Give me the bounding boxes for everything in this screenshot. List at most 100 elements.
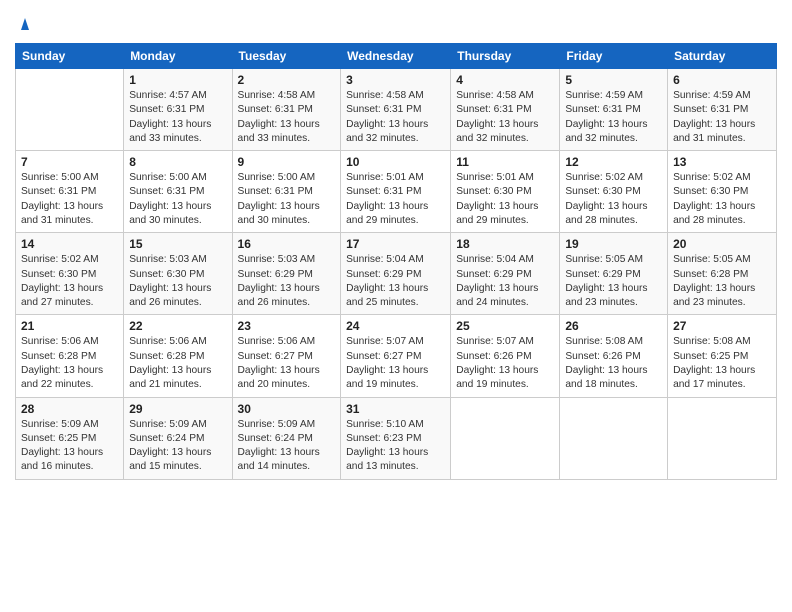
calendar-cell: 3 Sunrise: 4:58 AMSunset: 6:31 PMDaylight… — [341, 69, 451, 151]
day-number: 30 — [238, 402, 336, 416]
day-number: 29 — [129, 402, 226, 416]
day-info: Sunrise: 5:07 AMSunset: 6:27 PMDaylight:… — [346, 335, 445, 392]
calendar-cell: 30 Sunrise: 5:09 AMSunset: 6:24 PMDayligh… — [232, 397, 341, 479]
day-info: Sunrise: 5:10 AMSunset: 6:23 PMDaylight:… — [346, 418, 445, 475]
day-header-sunday: Sunday — [16, 44, 124, 69]
day-number: 26 — [565, 319, 662, 333]
calendar-cell — [16, 69, 124, 151]
logo — [15, 14, 33, 37]
day-info: Sunrise: 5:05 AMSunset: 6:29 PMDaylight:… — [565, 253, 662, 310]
day-info: Sunrise: 5:00 AMSunset: 6:31 PMDaylight:… — [129, 171, 226, 228]
day-number: 8 — [129, 155, 226, 169]
day-header-friday: Friday — [560, 44, 668, 69]
day-number: 3 — [346, 73, 445, 87]
day-info: Sunrise: 5:06 AMSunset: 6:28 PMDaylight:… — [129, 335, 226, 392]
calendar-cell: 23 Sunrise: 5:06 AMSunset: 6:27 PMDayligh… — [232, 315, 341, 397]
logo-icon — [17, 16, 33, 32]
calendar-cell: 17 Sunrise: 5:04 AMSunset: 6:29 PMDayligh… — [341, 233, 451, 315]
day-number: 14 — [21, 237, 118, 251]
calendar-cell — [668, 397, 777, 479]
header — [15, 10, 777, 37]
day-info: Sunrise: 5:02 AMSunset: 6:30 PMDaylight:… — [21, 253, 118, 310]
calendar-cell: 18 Sunrise: 5:04 AMSunset: 6:29 PMDayligh… — [451, 233, 560, 315]
day-info: Sunrise: 5:06 AMSunset: 6:28 PMDaylight:… — [21, 335, 118, 392]
calendar-cell: 11 Sunrise: 5:01 AMSunset: 6:30 PMDayligh… — [451, 151, 560, 233]
day-number: 7 — [21, 155, 118, 169]
calendar-cell: 21 Sunrise: 5:06 AMSunset: 6:28 PMDayligh… — [16, 315, 124, 397]
day-header-monday: Monday — [124, 44, 232, 69]
calendar-cell: 25Sunrise: 5:07 AMSunset: 6:26 PMDayligh… — [451, 315, 560, 397]
day-number: 28 — [21, 402, 118, 416]
day-info: Sunrise: 5:08 AMSunset: 6:25 PMDaylight:… — [673, 335, 771, 392]
day-info: Sunrise: 5:03 AMSunset: 6:30 PMDaylight:… — [129, 253, 226, 310]
day-info: Sunrise: 5:00 AMSunset: 6:31 PMDaylight:… — [21, 171, 118, 228]
day-info: Sunrise: 4:59 AMSunset: 6:31 PMDaylight:… — [673, 89, 771, 146]
calendar-cell: 15 Sunrise: 5:03 AMSunset: 6:30 PMDayligh… — [124, 233, 232, 315]
day-info: Sunrise: 4:58 AMSunset: 6:31 PMDaylight:… — [238, 89, 336, 146]
calendar-cell: 22 Sunrise: 5:06 AMSunset: 6:28 PMDayligh… — [124, 315, 232, 397]
calendar-cell: 24 Sunrise: 5:07 AMSunset: 6:27 PMDayligh… — [341, 315, 451, 397]
day-number: 12 — [565, 155, 662, 169]
calendar-cell: 13Sunrise: 5:02 AMSunset: 6:30 PMDayligh… — [668, 151, 777, 233]
calendar-table: SundayMondayTuesdayWednesdayThursdayFrid… — [15, 43, 777, 480]
day-number: 16 — [238, 237, 336, 251]
day-number: 17 — [346, 237, 445, 251]
calendar-cell: 7 Sunrise: 5:00 AMSunset: 6:31 PMDaylight… — [16, 151, 124, 233]
day-number: 24 — [346, 319, 445, 333]
day-info: Sunrise: 5:04 AMSunset: 6:29 PMDaylight:… — [456, 253, 554, 310]
day-info: Sunrise: 5:01 AMSunset: 6:31 PMDaylight:… — [346, 171, 445, 228]
day-number: 27 — [673, 319, 771, 333]
day-info: Sunrise: 4:58 AMSunset: 6:31 PMDaylight:… — [456, 89, 554, 146]
calendar-cell: 29 Sunrise: 5:09 AMSunset: 6:24 PMDayligh… — [124, 397, 232, 479]
day-number: 2 — [238, 73, 336, 87]
day-info: Sunrise: 5:07 AMSunset: 6:26 PMDaylight:… — [456, 335, 554, 392]
calendar-cell: 27 Sunrise: 5:08 AMSunset: 6:25 PMDayligh… — [668, 315, 777, 397]
calendar-cell: 19 Sunrise: 5:05 AMSunset: 6:29 PMDayligh… — [560, 233, 668, 315]
day-number: 10 — [346, 155, 445, 169]
day-info: Sunrise: 5:08 AMSunset: 6:26 PMDaylight:… — [565, 335, 662, 392]
day-number: 6 — [673, 73, 771, 87]
day-info: Sunrise: 4:58 AMSunset: 6:31 PMDaylight:… — [346, 89, 445, 146]
day-info: Sunrise: 4:59 AMSunset: 6:31 PMDaylight:… — [565, 89, 662, 146]
calendar-cell: 16 Sunrise: 5:03 AMSunset: 6:29 PMDayligh… — [232, 233, 341, 315]
day-number: 18 — [456, 237, 554, 251]
day-number: 21 — [21, 319, 118, 333]
calendar-cell: 12 Sunrise: 5:02 AMSunset: 6:30 PMDayligh… — [560, 151, 668, 233]
day-number: 20 — [673, 237, 771, 251]
day-info: Sunrise: 5:06 AMSunset: 6:27 PMDaylight:… — [238, 335, 336, 392]
day-info: Sunrise: 4:57 AMSunset: 6:31 PMDaylight:… — [129, 89, 226, 146]
calendar-cell: 6 Sunrise: 4:59 AMSunset: 6:31 PMDaylight… — [668, 69, 777, 151]
day-info: Sunrise: 5:02 AMSunset: 6:30 PMDaylight:… — [565, 171, 662, 228]
day-info: Sunrise: 5:04 AMSunset: 6:29 PMDaylight:… — [346, 253, 445, 310]
day-number: 11 — [456, 155, 554, 169]
day-info: Sunrise: 5:00 AMSunset: 6:31 PMDaylight:… — [238, 171, 336, 228]
calendar-cell: 1 Sunrise: 4:57 AMSunset: 6:31 PMDaylight… — [124, 69, 232, 151]
day-header-tuesday: Tuesday — [232, 44, 341, 69]
calendar-cell: 4 Sunrise: 4:58 AMSunset: 6:31 PMDaylight… — [451, 69, 560, 151]
day-number: 9 — [238, 155, 336, 169]
day-info: Sunrise: 5:03 AMSunset: 6:29 PMDaylight:… — [238, 253, 336, 310]
calendar-cell: 28 Sunrise: 5:09 AMSunset: 6:25 PMDayligh… — [16, 397, 124, 479]
calendar-cell: 5Sunrise: 4:59 AMSunset: 6:31 PMDaylight… — [560, 69, 668, 151]
calendar-cell: 26 Sunrise: 5:08 AMSunset: 6:26 PMDayligh… — [560, 315, 668, 397]
day-number: 23 — [238, 319, 336, 333]
calendar-cell: 14 Sunrise: 5:02 AMSunset: 6:30 PMDayligh… — [16, 233, 124, 315]
day-info: Sunrise: 5:01 AMSunset: 6:30 PMDaylight:… — [456, 171, 554, 228]
calendar-cell — [451, 397, 560, 479]
day-header-wednesday: Wednesday — [341, 44, 451, 69]
day-number: 13 — [673, 155, 771, 169]
day-info: Sunrise: 5:09 AMSunset: 6:25 PMDaylight:… — [21, 418, 118, 475]
calendar-cell: 10 Sunrise: 5:01 AMSunset: 6:31 PMDayligh… — [341, 151, 451, 233]
calendar-cell — [560, 397, 668, 479]
day-number: 31 — [346, 402, 445, 416]
calendar-cell: 8 Sunrise: 5:00 AMSunset: 6:31 PMDaylight… — [124, 151, 232, 233]
day-number: 19 — [565, 237, 662, 251]
day-info: Sunrise: 5:09 AMSunset: 6:24 PMDaylight:… — [129, 418, 226, 475]
calendar-cell: 2 Sunrise: 4:58 AMSunset: 6:31 PMDaylight… — [232, 69, 341, 151]
day-info: Sunrise: 5:09 AMSunset: 6:24 PMDaylight:… — [238, 418, 336, 475]
day-number: 15 — [129, 237, 226, 251]
day-number: 4 — [456, 73, 554, 87]
day-info: Sunrise: 5:05 AMSunset: 6:28 PMDaylight:… — [673, 253, 771, 310]
day-number: 22 — [129, 319, 226, 333]
day-number: 1 — [129, 73, 226, 87]
